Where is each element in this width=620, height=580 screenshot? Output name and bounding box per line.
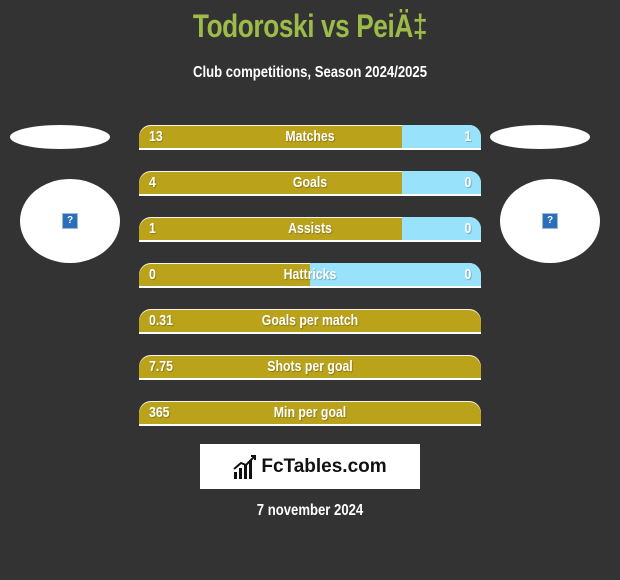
bar-chart-logo-icon (233, 454, 257, 479)
stat-label: Min per goal (273, 404, 347, 421)
stat-row-shots-per-goal: 7.75 Shots per goal (139, 355, 481, 380)
stat-row-goals-per-match: 0.31 Goals per match (139, 309, 481, 334)
left-value: 365 (149, 404, 170, 421)
left-value: 1 (149, 220, 156, 237)
stat-row-min-per-goal: 365 Min per goal (139, 401, 481, 426)
fctables-logo[interactable]: FcTables.com (200, 444, 420, 489)
left-value: 0 (149, 266, 156, 283)
left-value: 13 (149, 128, 163, 145)
stat-label: Matches (285, 128, 335, 145)
page-title: Todoroski vs PeiÄ‡ (192, 8, 428, 44)
report-date: 7 november 2024 (256, 502, 364, 519)
left-player-avatar[interactable]: ? (20, 179, 120, 263)
right-value: 0 (464, 266, 471, 283)
stat-label: Goals (292, 174, 328, 191)
broken-image-icon: ? (62, 213, 78, 229)
stat-label: Goals per match (261, 312, 359, 329)
right-player-name-placeholder (490, 125, 590, 149)
logo-text: FcTables.com (261, 455, 387, 477)
right-value: 1 (464, 128, 471, 145)
stat-label: Shots per goal (267, 358, 353, 375)
right-player-avatar[interactable]: ? (500, 179, 600, 263)
stat-label: Assists (288, 220, 332, 237)
left-player-name-placeholder (10, 125, 110, 149)
broken-image-icon: ? (542, 213, 558, 229)
stat-row-hattricks: 0 Hattricks 0 (139, 263, 481, 288)
stat-label: Hattricks (283, 266, 337, 283)
stat-row-goals: 4 Goals 0 (139, 171, 481, 196)
right-value: 0 (464, 220, 471, 237)
stat-row-assists: 1 Assists 0 (139, 217, 481, 242)
right-value: 0 (464, 174, 471, 191)
stat-row-matches: 13 Matches 1 (139, 125, 481, 150)
season-subtitle: Club competitions, Season 2024/2025 (192, 64, 428, 81)
left-value: 4 (149, 174, 156, 191)
